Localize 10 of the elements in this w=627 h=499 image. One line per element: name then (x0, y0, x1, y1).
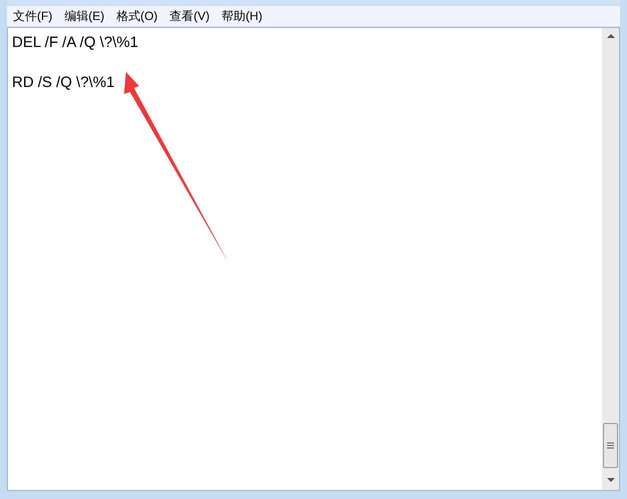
menu-item[interactable]: 编辑(E) (59, 7, 110, 25)
vertical-scrollbar[interactable] (602, 28, 619, 490)
menu-item[interactable]: 格式(O) (111, 7, 163, 25)
scroll-down-icon[interactable] (606, 478, 614, 482)
menu-item[interactable]: 帮助(H) (216, 7, 268, 25)
scroll-thumb[interactable] (603, 423, 618, 468)
menu-item[interactable]: 查看(V) (164, 7, 215, 25)
menu-item[interactable]: 文件(F) (8, 7, 58, 25)
scroll-up-icon[interactable] (606, 34, 614, 38)
grip-icon (607, 442, 614, 449)
